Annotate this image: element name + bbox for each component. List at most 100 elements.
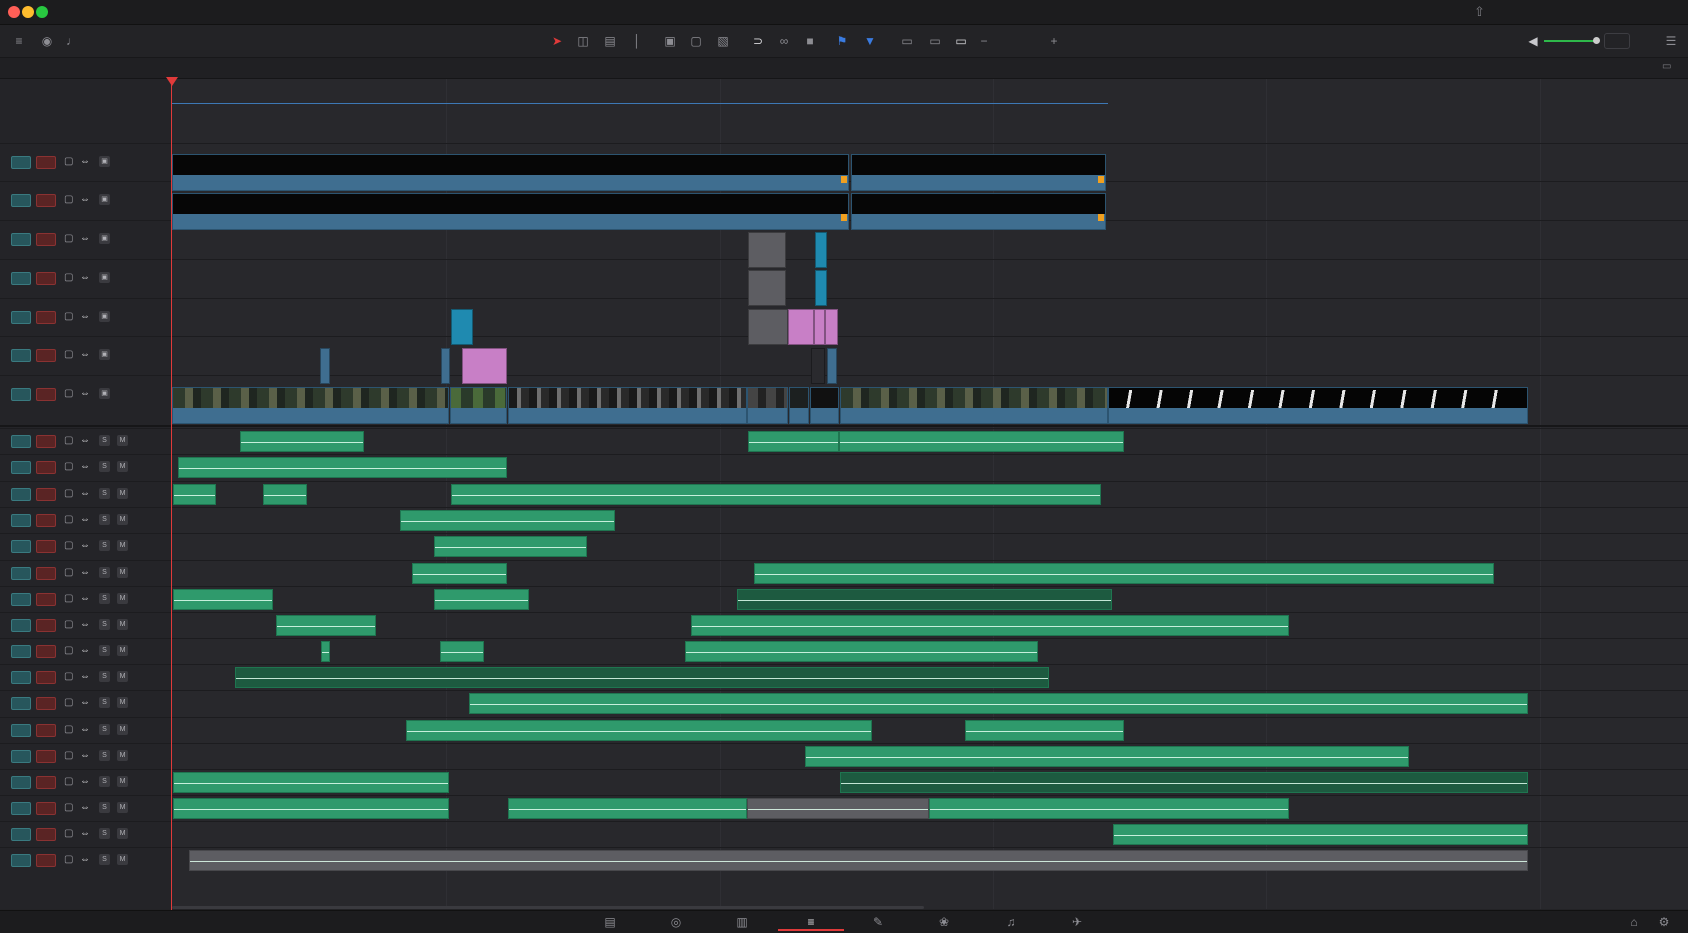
audio-clip[interactable] xyxy=(748,431,839,452)
track-record-chip[interactable] xyxy=(36,724,56,737)
lock-icon[interactable]: ▢ xyxy=(64,540,73,552)
lock-icon[interactable]: ▢ xyxy=(64,802,73,814)
solo-button[interactable]: S xyxy=(99,619,110,630)
audio-clip[interactable] xyxy=(747,798,929,819)
track-record-chip[interactable] xyxy=(36,514,56,527)
track-color-chip[interactable] xyxy=(11,802,31,815)
zoom-detail-icon[interactable]: ▭ xyxy=(926,32,944,50)
auto-select-icon[interactable]: ⇔ xyxy=(80,750,90,762)
auto-select-icon[interactable]: ⇔ xyxy=(80,540,90,552)
mute-button[interactable]: M xyxy=(117,619,128,630)
timeline-options-icon[interactable]: ☰ xyxy=(1662,32,1680,50)
maximize-button[interactable] xyxy=(36,6,48,18)
mute-button[interactable]: M xyxy=(117,567,128,578)
solo-button[interactable]: S xyxy=(99,828,110,839)
audio-clip[interactable] xyxy=(240,431,364,452)
grey-clip[interactable] xyxy=(748,232,786,268)
track-color-chip[interactable] xyxy=(11,233,31,246)
auto-select-icon[interactable]: ⇔ xyxy=(80,272,90,284)
lock-icon[interactable]: ▢ xyxy=(64,828,73,840)
volume-icon[interactable]: ◀ xyxy=(1524,32,1542,50)
video-clip[interactable] xyxy=(840,387,1108,424)
mute-button[interactable]: M xyxy=(117,645,128,656)
lock-icon[interactable]: ▢ xyxy=(64,435,73,447)
auto-select-icon[interactable]: ⇔ xyxy=(80,593,90,605)
pink-clip[interactable] xyxy=(825,309,838,345)
zoom-out-icon[interactable]: − xyxy=(975,32,993,50)
audio-clip[interactable] xyxy=(235,667,1049,688)
lock-icon[interactable]: ▢ xyxy=(64,311,73,323)
blue-clip[interactable] xyxy=(441,348,450,384)
timecode-ruler[interactable]: ▭ xyxy=(0,58,1688,79)
auto-select-icon[interactable]: ⇔ xyxy=(80,802,90,814)
color-page-icon[interactable]: ❀ xyxy=(930,913,958,931)
deliver-page-icon[interactable]: ✈ xyxy=(1063,913,1091,931)
track-record-chip[interactable] xyxy=(36,828,56,841)
zoom-in-icon[interactable]: + xyxy=(1045,32,1063,50)
solo-button[interactable]: S xyxy=(99,540,110,551)
audio-clip[interactable] xyxy=(965,720,1124,741)
auto-select-icon[interactable]: ⇔ xyxy=(80,461,90,473)
overwrite-clip-icon[interactable]: ▢ xyxy=(687,32,705,50)
mic-icon[interactable]: ♩ xyxy=(63,32,81,50)
lock-icon[interactable]: ▢ xyxy=(64,671,73,683)
blue-clip[interactable] xyxy=(827,348,837,384)
track-record-chip[interactable] xyxy=(36,802,56,815)
lock-icon[interactable]: ▢ xyxy=(64,854,73,866)
solo-button[interactable]: S xyxy=(99,802,110,813)
playhead-handle[interactable] xyxy=(166,77,178,86)
video-clip[interactable] xyxy=(747,387,788,424)
track-color-chip[interactable] xyxy=(11,194,31,207)
video-clip[interactable] xyxy=(789,387,809,424)
auto-select-icon[interactable]: ⇔ xyxy=(80,724,90,736)
edit-page-icon[interactable]: ≡ xyxy=(778,913,844,931)
blue-clip[interactable] xyxy=(451,309,473,345)
lock-icon[interactable]: ▢ xyxy=(64,194,73,206)
solo-button[interactable]: S xyxy=(99,724,110,735)
track-record-chip[interactable] xyxy=(36,567,56,580)
lock-icon[interactable]: ▢ xyxy=(64,156,73,168)
track-color-chip[interactable] xyxy=(11,488,31,501)
track-visibility-icon[interactable]: ▣ xyxy=(99,349,110,360)
mute-button[interactable]: M xyxy=(117,750,128,761)
solo-button[interactable]: S xyxy=(99,435,110,446)
audio-clip[interactable] xyxy=(840,772,1528,793)
mute-button[interactable]: M xyxy=(117,776,128,787)
solo-button[interactable]: S xyxy=(99,488,110,499)
minimize-button[interactable] xyxy=(22,6,34,18)
audio-clip[interactable] xyxy=(406,720,872,741)
track-color-chip[interactable] xyxy=(11,854,31,867)
pink-clip[interactable] xyxy=(462,348,507,384)
volume-slider-knob[interactable] xyxy=(1593,37,1600,44)
track-color-chip[interactable] xyxy=(11,156,31,169)
lock-icon[interactable]: ▢ xyxy=(64,514,73,526)
track-record-chip[interactable] xyxy=(36,854,56,867)
track-record-chip[interactable] xyxy=(36,194,56,207)
grey-clip[interactable] xyxy=(748,309,788,345)
lock-icon[interactable]: ▢ xyxy=(64,567,73,579)
auto-select-icon[interactable]: ⇔ xyxy=(80,854,90,866)
solo-button[interactable]: S xyxy=(99,514,110,525)
track-record-chip[interactable] xyxy=(36,776,56,789)
lock-icon[interactable]: ▢ xyxy=(64,488,73,500)
selection-arrow-icon[interactable]: ➤ xyxy=(548,32,566,50)
lock-icon[interactable]: ▢ xyxy=(64,593,73,605)
replace-clip-icon[interactable]: ▧ xyxy=(714,32,732,50)
solo-button[interactable]: S xyxy=(99,671,110,682)
track-record-chip[interactable] xyxy=(36,540,56,553)
video-clip[interactable] xyxy=(810,387,839,424)
audio-clip[interactable] xyxy=(173,484,216,505)
auto-select-icon[interactable]: ⇔ xyxy=(80,697,90,709)
auto-select-icon[interactable]: ⇔ xyxy=(80,311,90,323)
video-clip[interactable] xyxy=(172,154,849,191)
mute-button[interactable]: M xyxy=(117,488,128,499)
track-color-chip[interactable] xyxy=(11,567,31,580)
solo-button[interactable]: S xyxy=(99,567,110,578)
audio-clip[interactable] xyxy=(508,798,747,819)
track-visibility-icon[interactable]: ▣ xyxy=(99,311,110,322)
track-color-chip[interactable] xyxy=(11,461,31,474)
track-record-chip[interactable] xyxy=(36,388,56,401)
dark-clip[interactable] xyxy=(811,348,825,384)
track-record-chip[interactable] xyxy=(36,750,56,763)
horizontal-scrollbar[interactable] xyxy=(172,906,924,909)
